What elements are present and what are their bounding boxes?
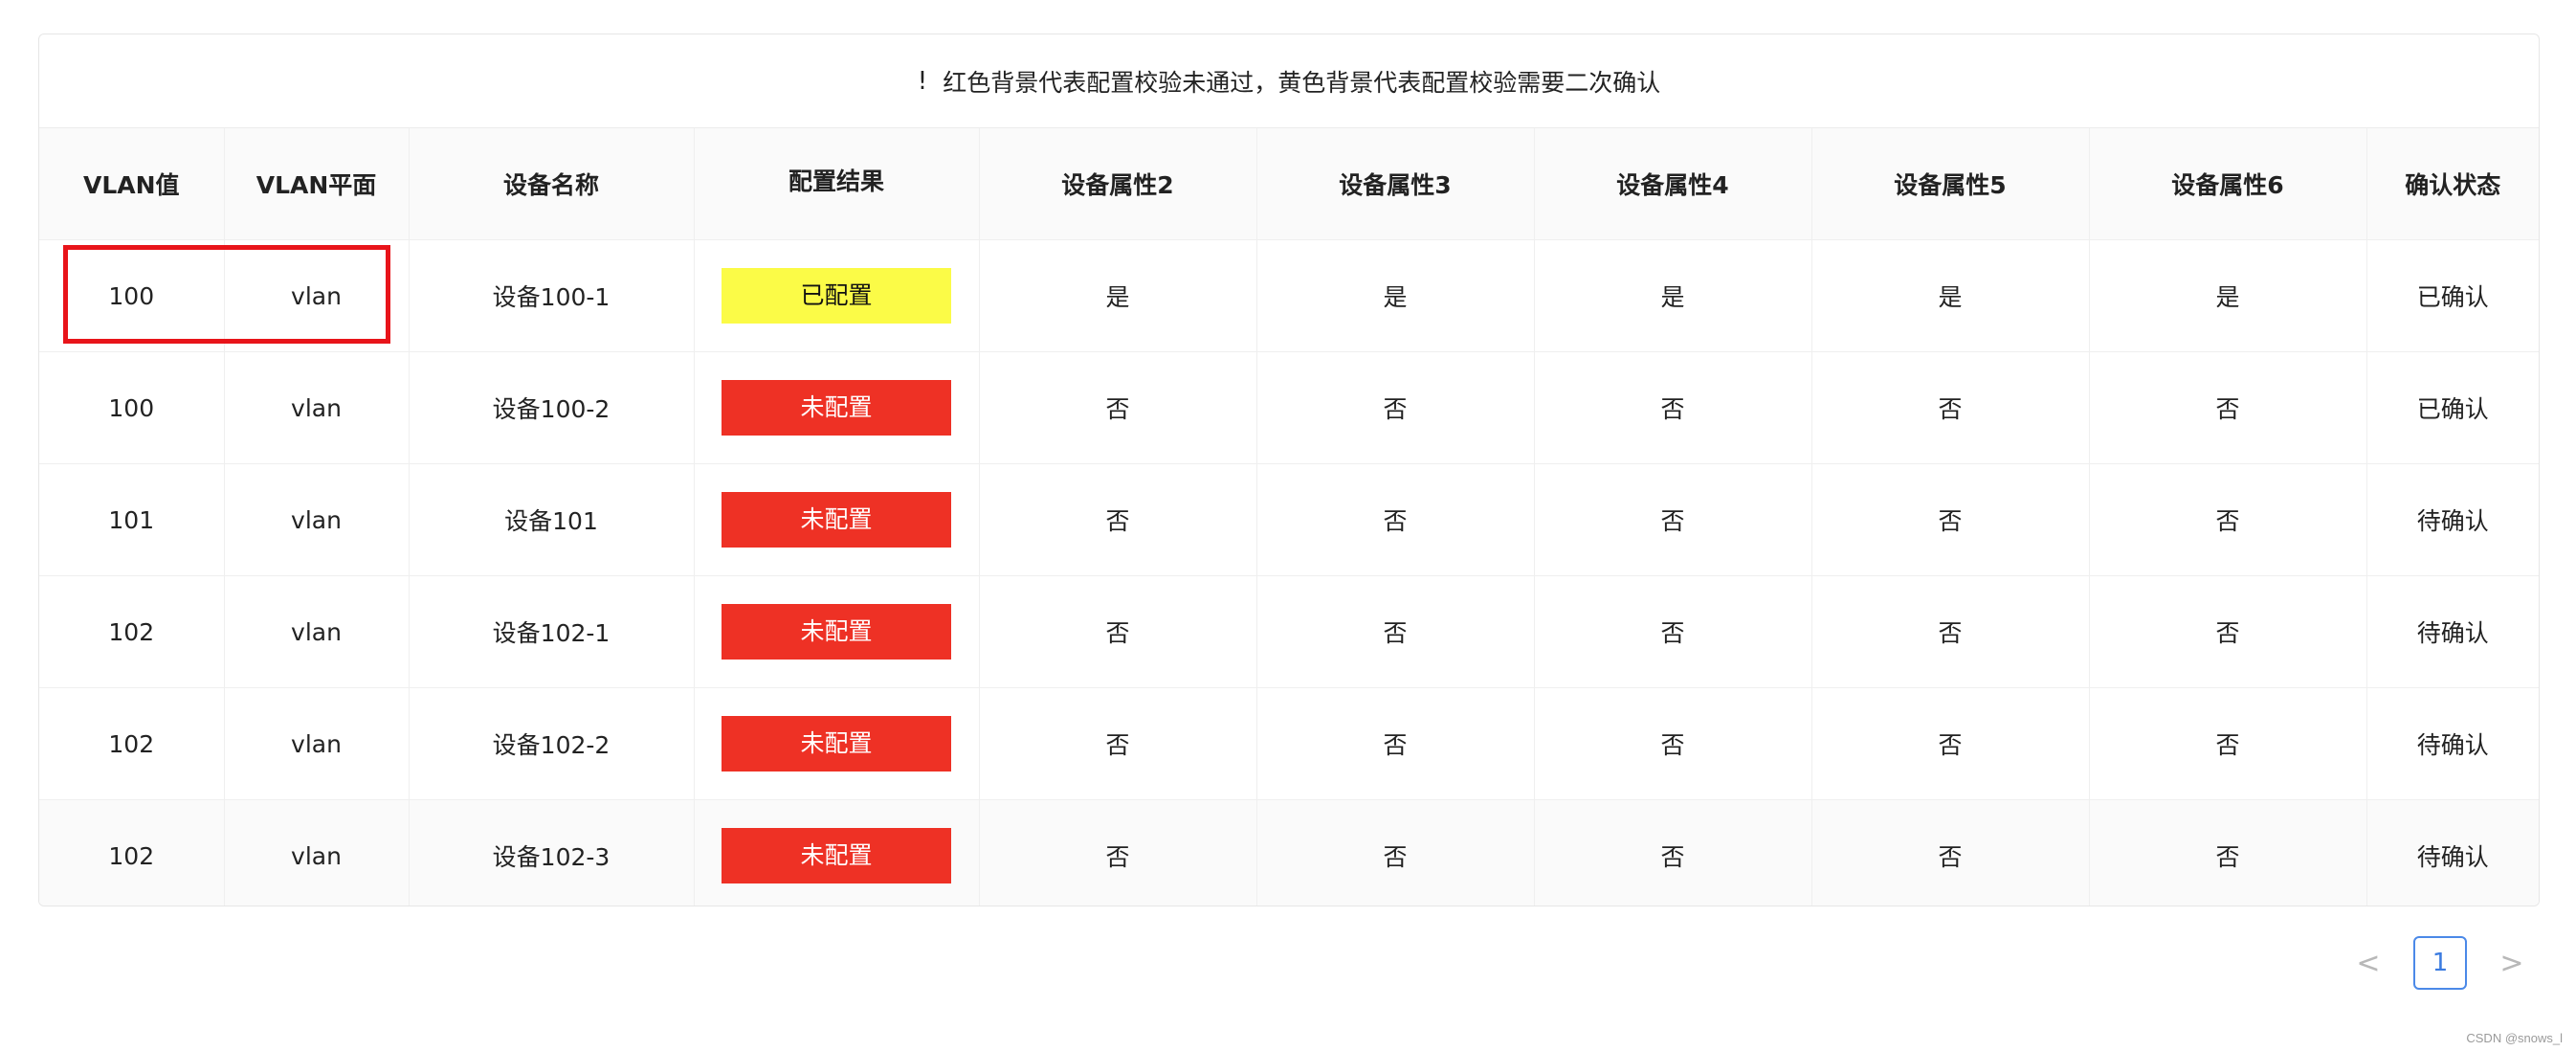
validation-notice: ! 红色背景代表配置校验未通过，黄色背景代表配置校验需要二次确认 <box>39 34 2539 128</box>
cell-attr: 是 <box>1534 239 1812 352</box>
cell-plane: vlan <box>224 575 410 688</box>
cell-attr: 否 <box>979 687 1257 800</box>
cell-attr: 否 <box>1811 799 2090 906</box>
config-table: VLAN值 VLAN平面 设备名称 配置结果 设备属性2 设备属性3 设备属性4… <box>39 128 2539 906</box>
cell-attr: 否 <box>2089 575 2367 688</box>
col-header-attr-5: 设备属性5 <box>1811 128 2090 240</box>
cell-attr: 否 <box>979 463 1257 576</box>
cell-plane: vlan <box>224 799 410 906</box>
table-row: 101 vlan 设备101 未配置 否 否 否 否 否 待确认 <box>39 463 2539 576</box>
col-header-config-result: 配置结果 <box>694 128 980 240</box>
col-header-device-name: 设备名称 <box>409 128 695 240</box>
cell-attr: 否 <box>1256 575 1535 688</box>
cell-attr: 否 <box>1256 799 1535 906</box>
cell-vlan: 102 <box>39 799 225 906</box>
cell-attr: 是 <box>1811 239 2090 352</box>
col-header-attr-4: 设备属性4 <box>1534 128 1812 240</box>
pagination: < 1 > <box>2344 936 2536 990</box>
status-badge: 未配置 <box>722 380 951 436</box>
cell-confirm: 待确认 <box>2366 463 2539 576</box>
cell-attr: 否 <box>1811 575 2090 688</box>
cell-attr: 否 <box>2089 799 2367 906</box>
cell-vlan: 102 <box>39 575 225 688</box>
cell-attr: 否 <box>979 351 1257 464</box>
col-header-attr-2: 设备属性2 <box>979 128 1257 240</box>
cell-attr: 否 <box>1256 463 1535 576</box>
table-row: 102 vlan 设备102-1 未配置 否 否 否 否 否 待确认 <box>39 575 2539 688</box>
cell-attr: 否 <box>1534 799 1812 906</box>
table-row: 100 vlan 设备100-2 未配置 否 否 否 否 否 已确认 <box>39 351 2539 464</box>
col-header-attr-3: 设备属性3 <box>1256 128 1535 240</box>
table-row: 102 vlan 设备102-3 未配置 否 否 否 否 否 待确认 <box>39 799 2539 906</box>
page-1-button[interactable]: 1 <box>2413 936 2467 990</box>
cell-result: 未配置 <box>694 575 980 688</box>
exclamation-icon: ! <box>917 66 928 96</box>
cell-attr: 否 <box>1534 351 1812 464</box>
col-header-confirm-status: 确认状态 <box>2366 128 2539 240</box>
cell-device: 设备101 <box>409 463 695 576</box>
next-page-icon[interactable]: > <box>2488 936 2536 990</box>
cell-result: 未配置 <box>694 799 980 906</box>
cell-attr: 否 <box>1534 575 1812 688</box>
cell-attr: 否 <box>1811 687 2090 800</box>
cell-device: 设备100-2 <box>409 351 695 464</box>
prev-page-icon[interactable]: < <box>2344 936 2392 990</box>
cell-attr: 否 <box>1534 687 1812 800</box>
cell-vlan: 100 <box>39 239 225 352</box>
cell-attr: 否 <box>1811 463 2090 576</box>
col-header-attr-6: 设备属性6 <box>2089 128 2367 240</box>
cell-attr: 否 <box>2089 463 2367 576</box>
cell-result: 未配置 <box>694 351 980 464</box>
cell-device: 设备102-1 <box>409 575 695 688</box>
cell-plane: vlan <box>224 463 410 576</box>
status-badge: 未配置 <box>722 828 951 883</box>
cell-result: 未配置 <box>694 687 980 800</box>
cell-vlan: 100 <box>39 351 225 464</box>
col-header-vlan-plane: VLAN平面 <box>224 128 410 240</box>
cell-plane: vlan <box>224 239 410 352</box>
col-header-vlan: VLAN值 <box>39 128 225 240</box>
cell-confirm: 已确认 <box>2366 351 2539 464</box>
cell-plane: vlan <box>224 687 410 800</box>
cell-attr: 否 <box>1811 351 2090 464</box>
cell-result: 未配置 <box>694 463 980 576</box>
status-badge: 未配置 <box>722 716 951 771</box>
cell-confirm: 待确认 <box>2366 799 2539 906</box>
cell-attr: 是 <box>2089 239 2367 352</box>
cell-confirm: 待确认 <box>2366 687 2539 800</box>
cell-attr: 否 <box>2089 687 2367 800</box>
table-row: 102 vlan 设备102-2 未配置 否 否 否 否 否 待确认 <box>39 687 2539 800</box>
cell-attr: 否 <box>979 575 1257 688</box>
cell-result: 已配置 <box>694 239 980 352</box>
cell-device: 设备102-2 <box>409 687 695 800</box>
status-badge: 未配置 <box>722 492 951 548</box>
cell-attr: 否 <box>2089 351 2367 464</box>
cell-attr: 否 <box>1534 463 1812 576</box>
status-badge: 未配置 <box>722 604 951 660</box>
cell-attr: 否 <box>1256 351 1535 464</box>
table-header-row: VLAN值 VLAN平面 设备名称 配置结果 设备属性2 设备属性3 设备属性4… <box>39 128 2539 240</box>
status-badge: 已配置 <box>722 268 951 324</box>
cell-attr: 否 <box>1256 687 1535 800</box>
results-table-panel: ! 红色背景代表配置校验未通过，黄色背景代表配置校验需要二次确认 VLAN值 V… <box>38 34 2540 906</box>
table-row: 100 vlan 设备100-1 已配置 是 是 是 是 是 已确认 <box>39 239 2539 352</box>
cell-attr: 是 <box>979 239 1257 352</box>
cell-vlan: 101 <box>39 463 225 576</box>
notice-text: 红色背景代表配置校验未通过，黄色背景代表配置校验需要二次确认 <box>943 68 1661 97</box>
cell-confirm: 待确认 <box>2366 575 2539 688</box>
cell-plane: vlan <box>224 351 410 464</box>
cell-attr: 是 <box>1256 239 1535 352</box>
cell-confirm: 已确认 <box>2366 239 2539 352</box>
watermark: CSDN @snows_l <box>2466 1031 2563 1045</box>
cell-device: 设备102-3 <box>409 799 695 906</box>
cell-device: 设备100-1 <box>409 239 695 352</box>
cell-attr: 否 <box>979 799 1257 906</box>
cell-vlan: 102 <box>39 687 225 800</box>
